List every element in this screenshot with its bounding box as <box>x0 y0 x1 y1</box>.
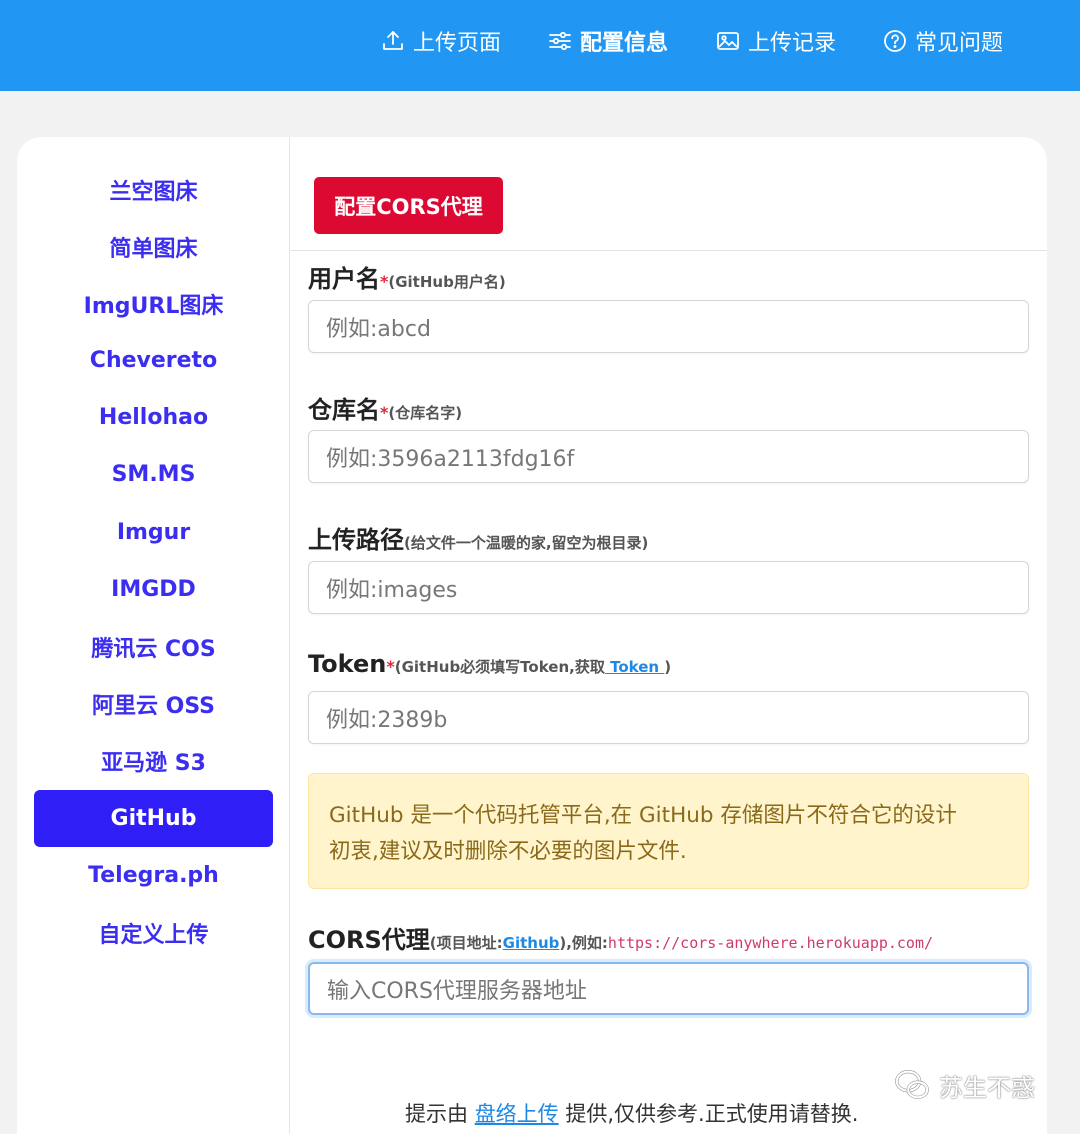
github-warning-alert: GitHub 是一个代码托管平台,在 GitHub 存储图片不符合它的设计 初衷… <box>308 773 1029 889</box>
username-input[interactable]: 例如:abcd <box>308 300 1029 353</box>
required-mark: * <box>380 272 389 291</box>
get-token-link[interactable]: Token <box>605 658 664 676</box>
sidebar-item-tencent-cos[interactable]: 腾讯云 COS <box>34 618 273 675</box>
upload-path-input[interactable]: 例如:images <box>308 561 1029 614</box>
alert-line-1: GitHub 是一个代码托管平台,在 GitHub 存储图片不符合它的设计 <box>329 803 957 828</box>
image-icon <box>717 32 739 50</box>
sidebar-item-imgdd[interactable]: IMGDD <box>34 561 273 618</box>
sidebar-item-custom-upload[interactable]: 自定义上传 <box>34 904 273 961</box>
cors-proxy-input[interactable]: 输入CORS代理服务器地址 <box>308 962 1029 1015</box>
sidebar-item-smms[interactable]: SM.MS <box>34 446 273 503</box>
sidebar-item-imgur[interactable]: Imgur <box>34 504 273 561</box>
watermark: 苏生不惑 <box>893 1066 1035 1104</box>
nav-config-info[interactable]: 配置信息 <box>548 24 668 58</box>
upload-path-hint: (给文件一个温暖的家,留空为根目录) <box>404 534 649 552</box>
config-form: 配置CORS代理 用户名 * (GitHub用户名) 例如:abcd 仓库名 *… <box>291 137 1047 1134</box>
sidebar-item-lsky[interactable]: 兰空图床 <box>34 161 273 218</box>
help-circle-icon <box>884 30 906 52</box>
repo-hint: (仓库名字) <box>388 404 463 422</box>
cors-proxy-label-text: CORS代理 <box>308 926 430 954</box>
token-hint-before: (GitHub必须填写Token,获取 <box>394 658 605 676</box>
provider-sidebar: 兰空图床 简单图床 ImgURL图床 Chevereto Hellohao SM… <box>17 137 290 1134</box>
username-hint: (GitHub用户名) <box>388 273 506 291</box>
watermark-text: 苏生不惑 <box>939 1073 1035 1102</box>
nav-upload-page-label: 上传页面 <box>413 31 502 56</box>
sliders-icon <box>549 31 571 51</box>
configure-cors-proxy-button[interactable]: 配置CORS代理 <box>314 177 503 234</box>
username-label-text: 用户名 <box>308 265 380 293</box>
sidebar-item-chevereto[interactable]: Chevereto <box>34 332 273 389</box>
nav-faq-label: 常见问题 <box>915 31 1004 56</box>
cors-hint: (项目地址:Github),例如:https://cors-anywhere.h… <box>430 932 933 953</box>
sidebar-item-github[interactable]: GitHub <box>34 790 273 847</box>
token-label-text: Token <box>308 650 387 678</box>
cors-github-link[interactable]: Github <box>503 934 560 952</box>
cors-proxy-label: CORS代理 (项目地址:Github),例如:https://cors-any… <box>308 920 933 955</box>
sidebar-item-hellohao[interactable]: Hellohao <box>34 389 273 446</box>
required-mark: * <box>386 657 395 676</box>
footer-hint: 提示由 盘络上传 提供,仅供参考.正式使用请替换. <box>405 1098 858 1128</box>
panluo-upload-link[interactable]: 盘络上传 <box>475 1102 559 1126</box>
nav-upload-page[interactable]: 上传页面 <box>381 24 501 58</box>
repo-label: 仓库名 * (仓库名字) <box>308 390 462 425</box>
token-label: Token * (GitHub必须填写Token,获取 Token ) <box>308 650 671 678</box>
sidebar-item-imgurl[interactable]: ImgURL图床 <box>34 275 273 332</box>
repo-input[interactable]: 例如:3596a2113fdg16f <box>308 430 1029 483</box>
alert-line-2: 初衷,建议及时删除不必要的图片文件. <box>329 839 687 864</box>
cors-hint-middle: ),例如: <box>559 934 608 952</box>
nav-upload-history[interactable]: 上传记录 <box>716 24 836 58</box>
upload-icon <box>383 31 403 50</box>
nav-upload-history-label: 上传记录 <box>748 31 837 56</box>
wechat-icon <box>895 1070 929 1100</box>
repo-label-text: 仓库名 <box>308 396 380 424</box>
sidebar-item-telegraph[interactable]: Telegra.ph <box>34 847 273 904</box>
nav-config-info-label: 配置信息 <box>580 31 669 56</box>
upload-path-label: 上传路径 (给文件一个温暖的家,留空为根目录) <box>308 520 648 555</box>
cors-example-url: https://cors-anywhere.herokuapp.com/ <box>607 934 934 952</box>
username-label: 用户名 * (GitHub用户名) <box>308 259 506 294</box>
footer-after: 提供,仅供参考.正式使用请替换. <box>558 1102 859 1126</box>
footer-before: 提示由 <box>405 1102 475 1126</box>
sidebar-item-easyimage[interactable]: 简单图床 <box>34 218 273 275</box>
required-mark: * <box>380 403 389 422</box>
divider <box>291 250 1047 251</box>
nav-faq[interactable]: 常见问题 <box>883 24 1003 58</box>
token-hint: (GitHub必须填写Token,获取 Token ) <box>395 656 671 677</box>
cors-hint-before: (项目地址: <box>429 934 503 952</box>
sidebar-item-aliyun-oss[interactable]: 阿里云 OSS <box>34 675 273 732</box>
upload-path-label-text: 上传路径 <box>308 526 404 554</box>
token-hint-after: ) <box>664 658 672 676</box>
config-card: 兰空图床 简单图床 ImgURL图床 Chevereto Hellohao SM… <box>17 137 1047 1134</box>
sidebar-item-aws-s3[interactable]: 亚马逊 S3 <box>34 732 273 789</box>
token-input[interactable]: 例如:2389b <box>308 691 1029 744</box>
top-navbar: 上传页面 配置信息 上传记录 常见问题 <box>0 0 1080 91</box>
